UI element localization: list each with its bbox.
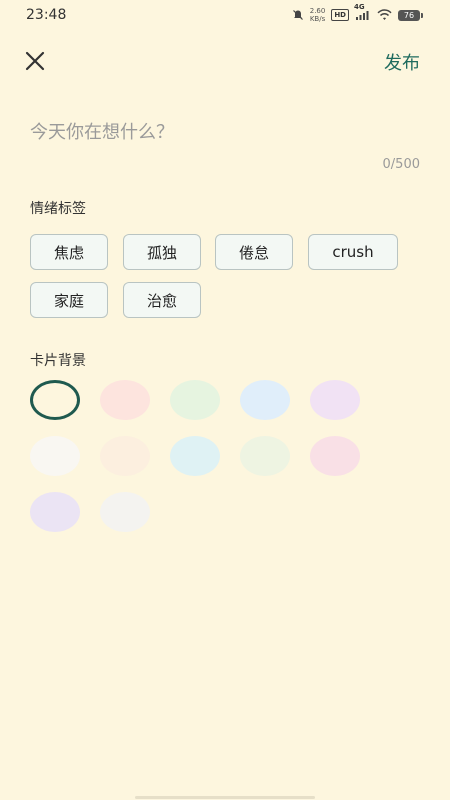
background-swatch[interactable]: [310, 380, 360, 420]
network-speed-value: 2.60: [309, 7, 326, 15]
status-time: 23:48: [26, 7, 67, 23]
char-count: 0/500: [382, 157, 420, 172]
status-icons: 2.60 KB/s HD 4G 76: [292, 3, 423, 23]
network-speed: 2.60 KB/s: [310, 7, 326, 23]
battery-indicator: 76: [398, 9, 423, 21]
background-swatch[interactable]: [100, 492, 150, 532]
mood-tags-title: 情绪标签: [30, 201, 86, 217]
background-swatch[interactable]: [240, 380, 290, 420]
background-swatch[interactable]: [240, 436, 290, 476]
network-type-label: 4G: [354, 3, 365, 11]
home-indicator: [135, 796, 315, 799]
mood-tag-crush[interactable]: crush: [308, 234, 398, 270]
background-swatch[interactable]: [30, 492, 80, 532]
background-swatch[interactable]: [100, 436, 150, 476]
background-swatch[interactable]: [170, 436, 220, 476]
status-bar: 23:48 2.60 KB/s HD 4G 76: [0, 0, 450, 32]
background-swatch[interactable]: [170, 380, 220, 420]
mood-tag-loneliness[interactable]: 孤独: [123, 234, 201, 270]
close-button[interactable]: [22, 48, 48, 74]
background-swatch[interactable]: [30, 380, 80, 420]
hd-badge: HD: [331, 9, 349, 21]
mood-tag-healing[interactable]: 治愈: [123, 282, 201, 318]
post-editor-screen: 23:48 2.60 KB/s HD 4G 76 发布 今天你在想什么？ 0/5…: [0, 0, 450, 800]
background-swatch[interactable]: [100, 380, 150, 420]
close-icon: [25, 51, 45, 71]
network-speed-unit: KB/s: [309, 15, 326, 23]
card-background-title: 卡片背景: [30, 353, 86, 369]
background-swatch[interactable]: [30, 436, 80, 476]
mood-tag-anxiety[interactable]: 焦虑: [30, 234, 108, 270]
cellular-signal-icon: 4G: [354, 3, 371, 21]
wifi-icon: [377, 9, 392, 21]
mute-bell-icon: [292, 9, 304, 21]
post-content-input[interactable]: [30, 112, 420, 152]
publish-button[interactable]: 发布: [384, 49, 420, 75]
mood-tag-burnout[interactable]: 倦怠: [215, 234, 293, 270]
mood-tag-family[interactable]: 家庭: [30, 282, 108, 318]
background-swatch[interactable]: [310, 436, 360, 476]
